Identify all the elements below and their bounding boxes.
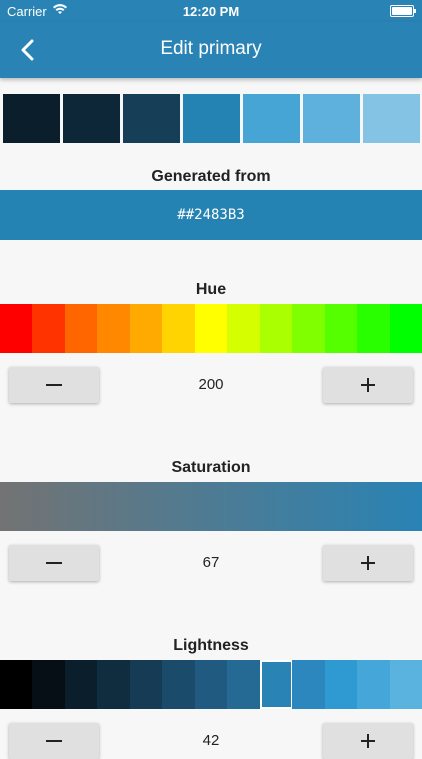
lightness-cell[interactable] (64, 660, 98, 709)
hue-increment-button[interactable] (323, 367, 413, 403)
hue-cell[interactable] (259, 304, 293, 353)
lightness-cell[interactable] (97, 660, 131, 709)
status-bar: Carrier 12:20 PM (0, 0, 422, 22)
plus-icon (361, 556, 375, 570)
lightness-cell[interactable] (129, 660, 163, 709)
plus-icon (361, 734, 375, 748)
battery-icon (390, 5, 416, 17)
hue-cell[interactable] (389, 304, 422, 353)
palette-swatch[interactable] (243, 94, 300, 143)
lightness-cell[interactable] (162, 660, 196, 709)
saturation-increment-button[interactable] (323, 545, 413, 581)
saturation-strip[interactable] (0, 482, 422, 531)
page-title: Edit primary (160, 38, 262, 59)
hue-cell[interactable] (162, 304, 196, 353)
lightness-cell-selected[interactable] (259, 660, 293, 709)
hue-cell[interactable] (292, 304, 326, 353)
saturation-title: Saturation (171, 459, 251, 476)
lightness-increment-button[interactable] (323, 723, 413, 759)
hue-cell[interactable] (64, 304, 98, 353)
palette-swatch[interactable] (123, 94, 180, 143)
palette-swatch[interactable] (303, 94, 360, 143)
hue-cell[interactable] (227, 304, 261, 353)
generated-from-title: Generated from (151, 168, 271, 185)
palette-swatch[interactable] (183, 94, 240, 143)
hue-cell[interactable] (129, 304, 163, 353)
nav-bar: Edit primary (0, 22, 422, 78)
lightness-cell[interactable] (357, 660, 391, 709)
palette-swatches (0, 94, 422, 143)
palette-swatch[interactable] (3, 94, 60, 143)
lightness-strip[interactable] (0, 660, 422, 709)
lightness-cell[interactable] (292, 660, 326, 709)
hue-cell[interactable] (324, 304, 358, 353)
hue-cell[interactable] (32, 304, 66, 353)
hue-cell[interactable] (97, 304, 131, 353)
palette-swatch[interactable] (363, 94, 420, 143)
hue-title: Hue (195, 281, 227, 298)
lightness-title: Lightness (173, 637, 249, 654)
hue-cell[interactable] (357, 304, 391, 353)
palette-swatch[interactable] (63, 94, 120, 143)
hue-strip[interactable] (0, 304, 422, 353)
generated-color-field[interactable]: ##2483B3 (0, 190, 422, 240)
plus-icon (361, 378, 375, 392)
lightness-cell[interactable] (32, 660, 66, 709)
lightness-cell[interactable] (227, 660, 261, 709)
lightness-cell[interactable] (0, 660, 33, 709)
lightness-cell[interactable] (324, 660, 358, 709)
lightness-cell[interactable] (389, 660, 422, 709)
hue-cell[interactable] (0, 304, 33, 353)
lightness-cell[interactable] (194, 660, 228, 709)
hue-cell[interactable] (194, 304, 228, 353)
clock: 12:20 PM (182, 4, 240, 19)
